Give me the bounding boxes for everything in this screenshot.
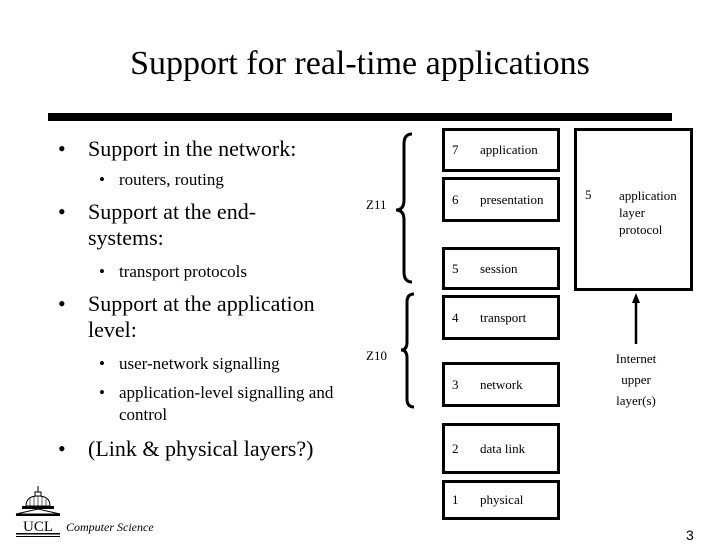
group-label-z10: Z10: [366, 348, 387, 363]
application-layer-protocol-box: 5 application layer protocol: [574, 128, 693, 291]
app-box-number: 5: [585, 187, 592, 202]
brace-z11: [395, 132, 413, 284]
group-label-z11: Z11: [366, 197, 387, 212]
internet-label-line: layer(s): [616, 393, 656, 408]
arrow-head-icon: [632, 293, 640, 303]
ucl-logo-icon: UCL: [15, 486, 61, 537]
page-number: 3: [686, 527, 694, 543]
app-box-line: layer: [619, 205, 645, 220]
internet-label-line: Internet: [615, 351, 657, 366]
app-box-line: protocol: [619, 222, 663, 237]
internet-label-line: upper: [621, 372, 651, 387]
app-box-line: application: [619, 188, 677, 203]
ucl-logo-text: UCL: [23, 519, 53, 535]
brace-z10: [400, 292, 415, 409]
internet-upper-layers-label: Internet upper layer(s): [596, 348, 676, 411]
app-box-label: application layer protocol: [619, 187, 677, 238]
department-label: Computer Science: [66, 520, 154, 534]
